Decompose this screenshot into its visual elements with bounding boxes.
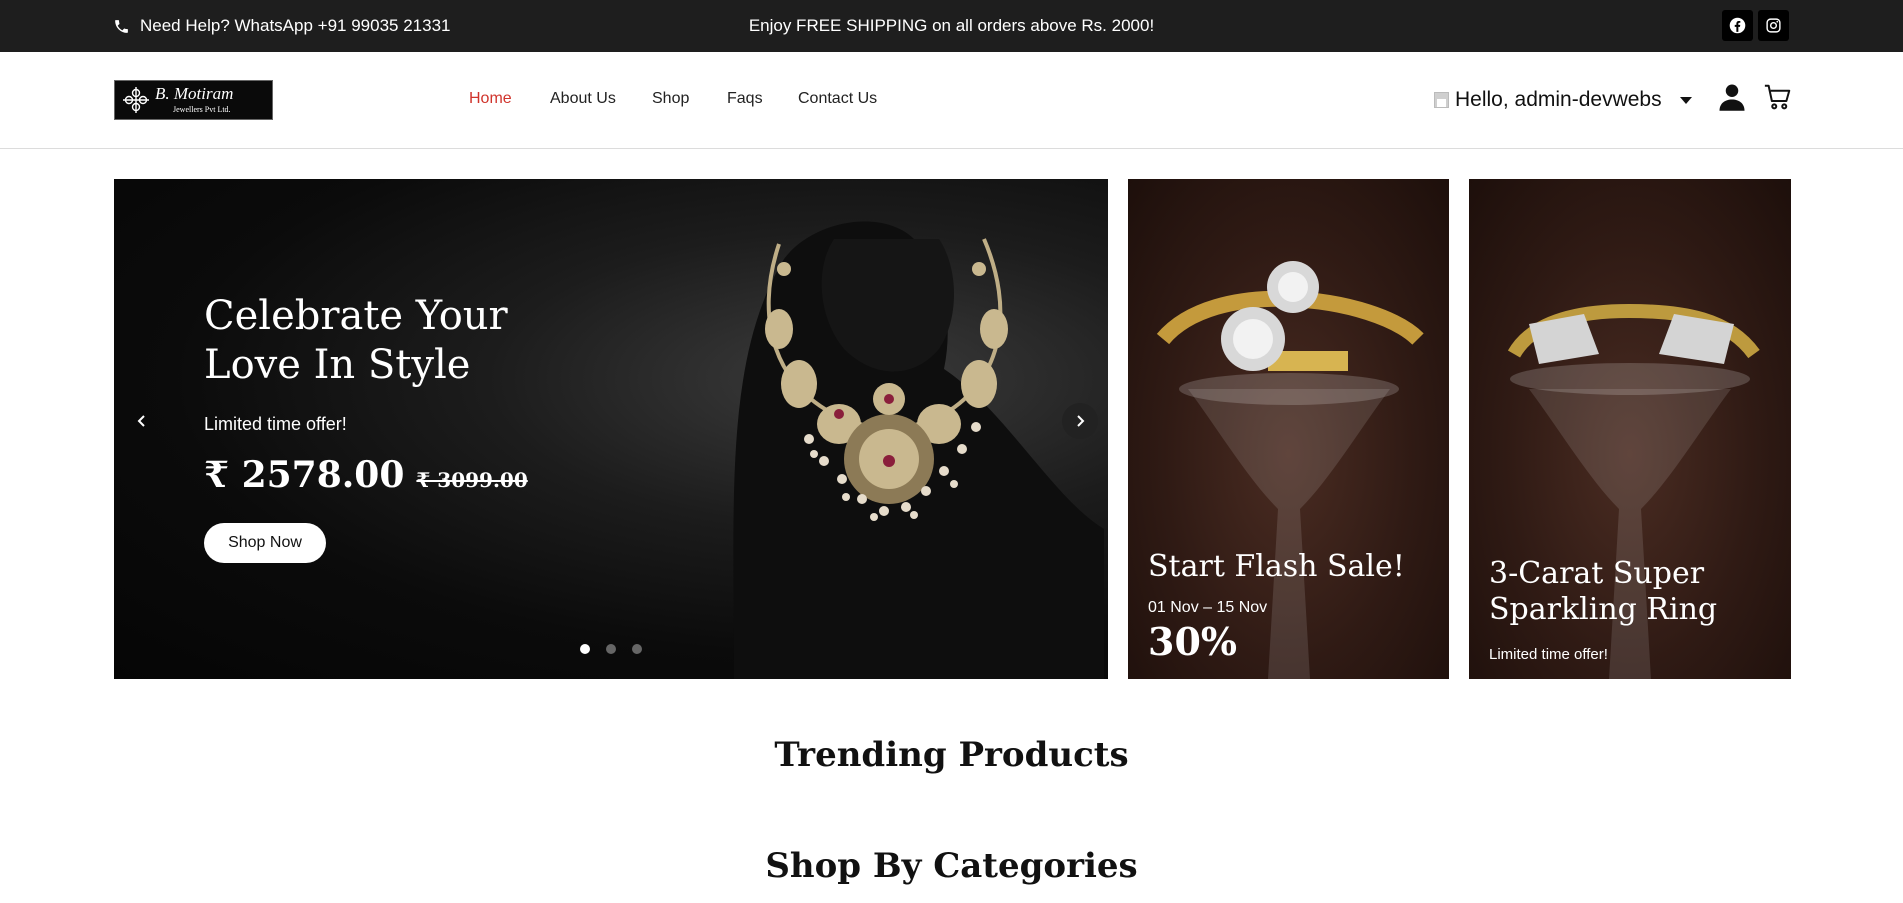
slider-dot-2[interactable] <box>606 644 616 654</box>
site-header: B. Motiram Jewellers Pvt Ltd. Home About… <box>0 52 1903 149</box>
nav-faqs[interactable]: Faqs <box>727 90 763 108</box>
logo-subtitle: Jewellers Pvt Ltd. <box>173 105 231 114</box>
help-text: Need Help? WhatsApp +91 99035 21331 <box>140 16 451 35</box>
slider-next-button[interactable] <box>1062 403 1098 439</box>
nav-shop[interactable]: Shop <box>652 90 689 108</box>
chevron-left-icon <box>137 415 145 427</box>
trending-products-heading: Trending Products <box>774 735 1129 775</box>
hero-title: Celebrate Your Love In Style <box>204 293 508 388</box>
chevron-down-icon <box>1679 96 1692 104</box>
ring-promo-title: 3-Carat Super Sparkling Ring <box>1489 556 1718 627</box>
flash-sale-discount: 30% <box>1148 619 1237 664</box>
user-icon[interactable] <box>1717 82 1747 112</box>
logo-brand: B. Motiram <box>155 84 234 103</box>
shop-by-categories-heading: Shop By Categories <box>765 846 1138 886</box>
slider-dot-1[interactable] <box>580 644 590 654</box>
logo-emblem-icon <box>123 87 149 113</box>
flash-sale-title: Start Flash Sale! <box>1148 549 1405 584</box>
site-logo[interactable]: B. Motiram Jewellers Pvt Ltd. <box>114 80 273 120</box>
ring-promo-offer: Limited time offer! <box>1489 646 1608 663</box>
nav-contact-us[interactable]: Contact Us <box>798 90 877 108</box>
necklace-image <box>733 221 1104 679</box>
instagram-link[interactable] <box>1758 10 1789 41</box>
help-contact[interactable]: Need Help? WhatsApp +91 99035 21331 <box>113 16 450 36</box>
cart-icon[interactable] <box>1763 82 1793 112</box>
flash-sale-banner[interactable]: Start Flash Sale! 01 Nov – 15 Nov 30% <box>1128 179 1449 679</box>
instagram-icon <box>1766 18 1781 33</box>
slider-dot-3[interactable] <box>632 644 642 654</box>
top-bar: Need Help? WhatsApp +91 99035 21331 Enjo… <box>0 0 1903 52</box>
original-price: ₹ 3099.00 <box>416 468 528 492</box>
account-menu[interactable]: Hello, admin-devwebs <box>1434 88 1692 112</box>
greeting-text: Hello, admin-devwebs <box>1455 88 1662 111</box>
facebook-link[interactable] <box>1722 10 1753 41</box>
ring-promo-banner[interactable]: 3-Carat Super Sparkling Ring Limited tim… <box>1469 179 1791 679</box>
hero-offer-text: Limited time offer! <box>204 414 347 434</box>
slider-prev-button[interactable] <box>124 403 160 439</box>
hero-slider: Celebrate Your Love In Style Limited tim… <box>114 179 1108 679</box>
current-price: ₹ 2578.00 <box>204 454 405 496</box>
flash-sale-dates: 01 Nov – 15 Nov <box>1148 599 1268 616</box>
shop-now-button[interactable]: Shop Now <box>204 523 326 563</box>
phone-icon <box>115 19 128 33</box>
chevron-right-icon <box>1077 415 1085 427</box>
avatar <box>1434 92 1449 108</box>
nav-home[interactable]: Home <box>469 90 512 108</box>
nav-about-us[interactable]: About Us <box>550 90 616 108</box>
hero-price: ₹ 2578.00 ₹ 3099.00 <box>204 454 528 496</box>
facebook-icon <box>1729 17 1746 34</box>
